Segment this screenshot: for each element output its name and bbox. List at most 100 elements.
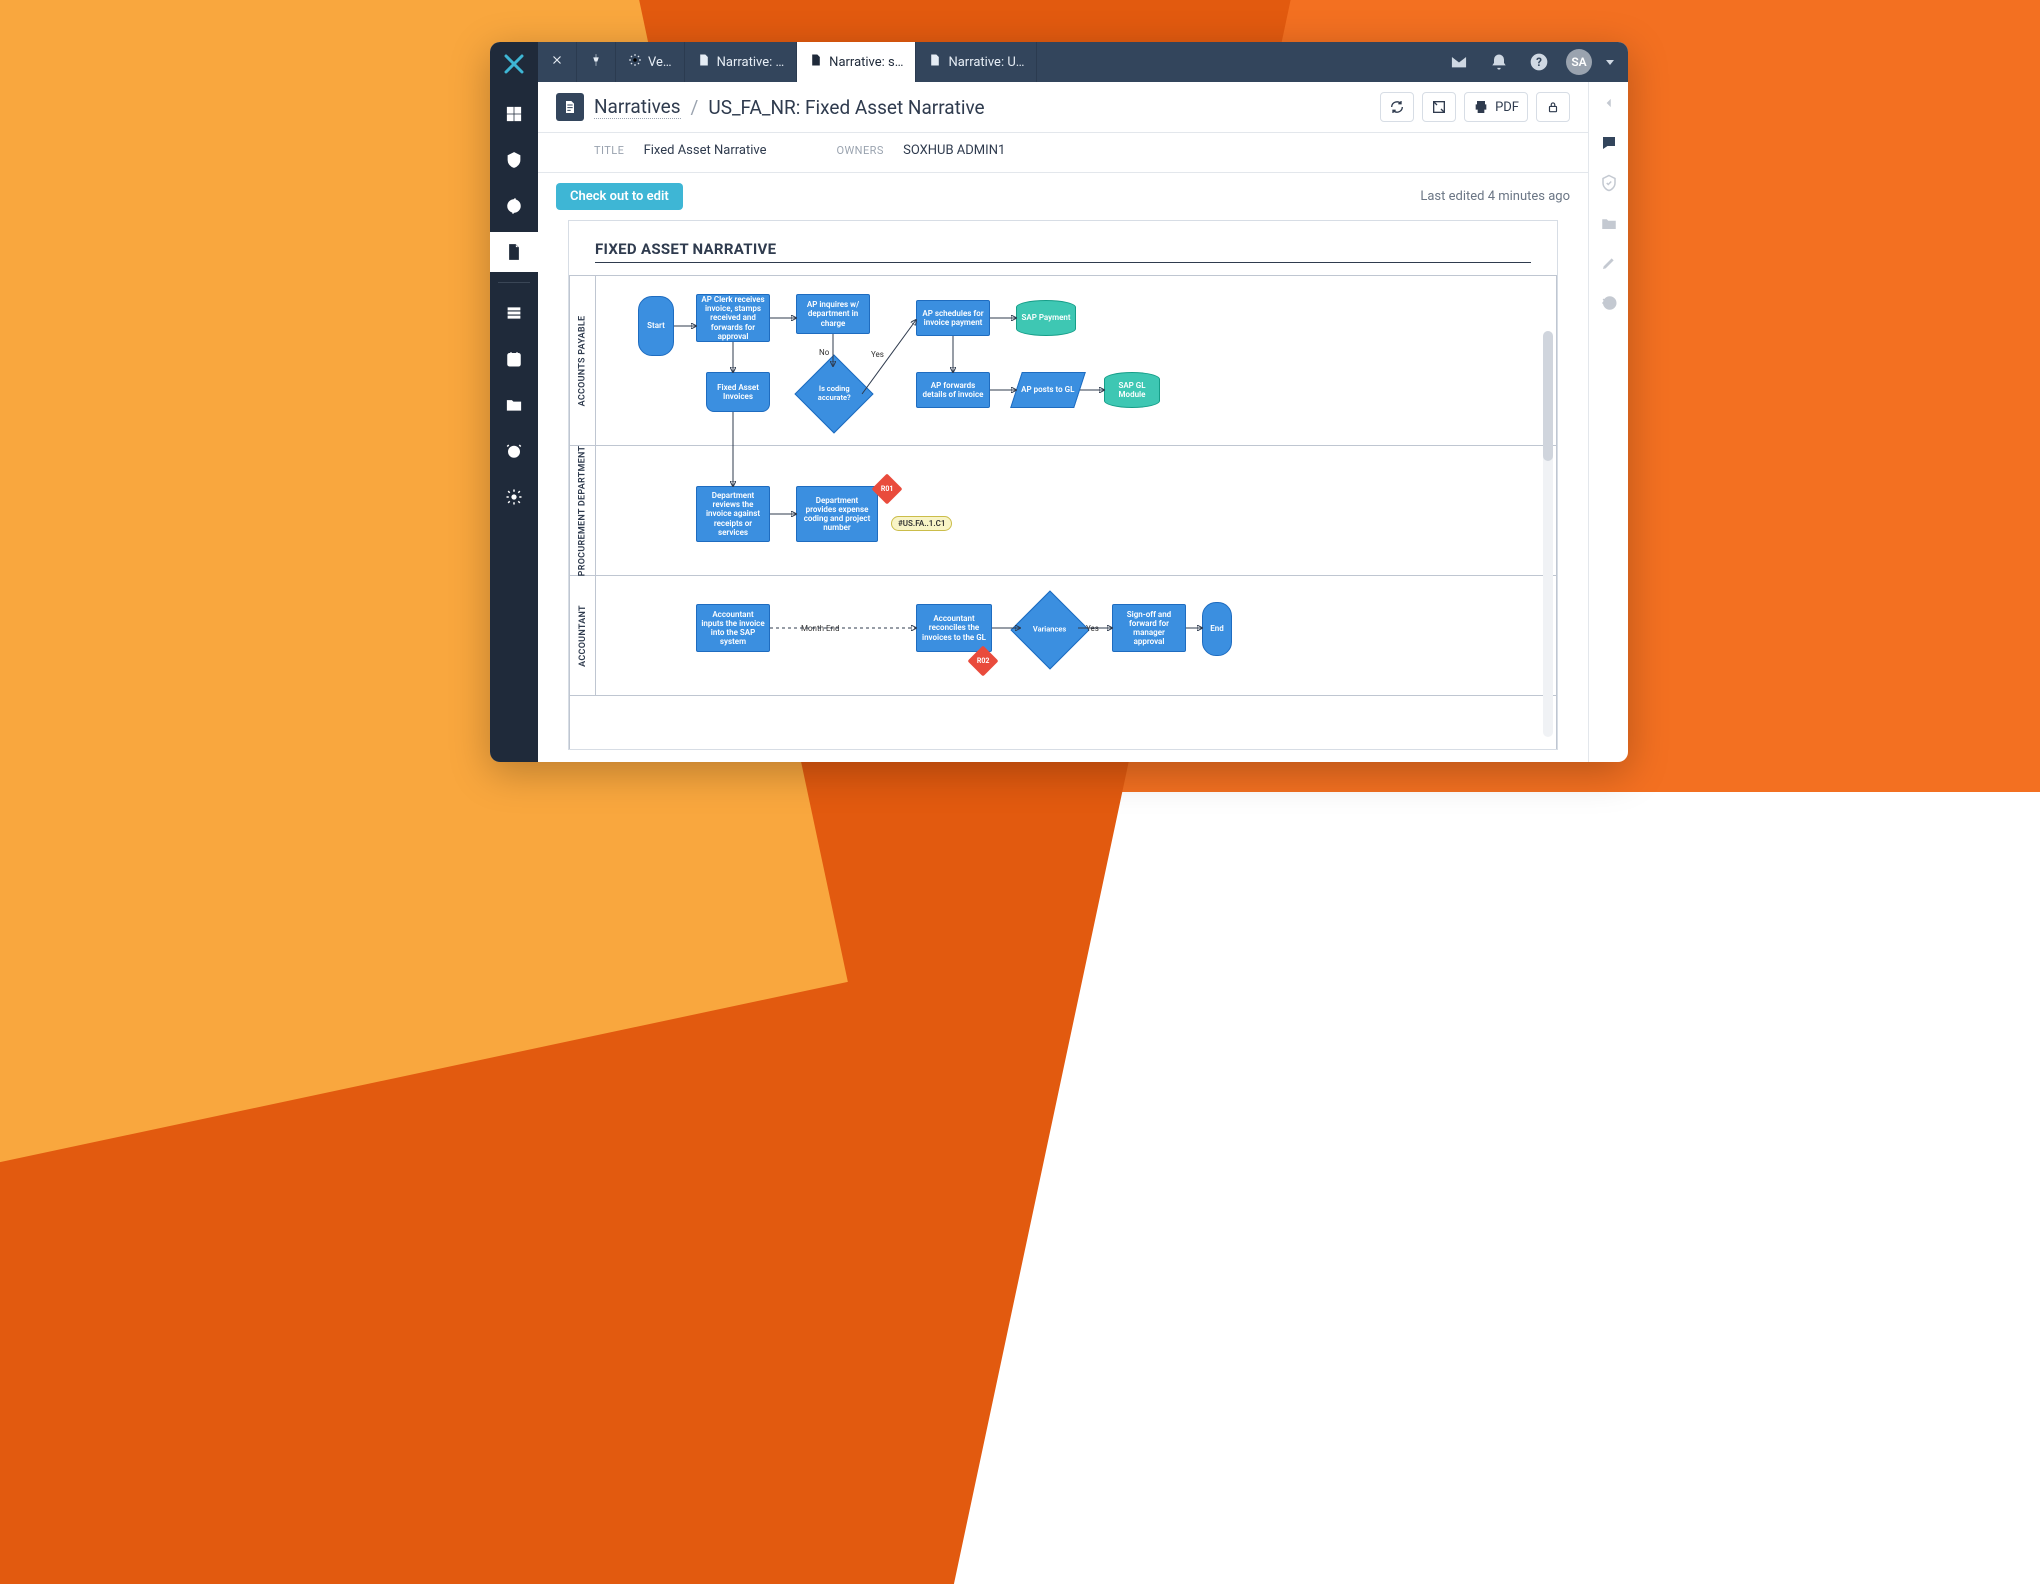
document-icon bbox=[697, 53, 711, 71]
svg-text:?: ? bbox=[1536, 55, 1542, 69]
sidebar-item-shield[interactable] bbox=[490, 140, 538, 180]
meta-owners-label: OWNERS bbox=[836, 144, 883, 157]
tab-close[interactable] bbox=[538, 42, 577, 82]
tab-vendor-settings[interactable]: Ve… bbox=[616, 42, 685, 82]
lock-button[interactable] bbox=[1536, 92, 1570, 122]
status-bar: Check out to edit Last edited 4 minutes … bbox=[538, 173, 1588, 220]
expand-button[interactable] bbox=[1422, 92, 1456, 122]
month-end-label: Month End bbox=[801, 624, 839, 633]
lane-label: ACCOUNTS PAYABLE bbox=[578, 315, 588, 406]
print-pdf-button[interactable]: PDF bbox=[1464, 92, 1528, 122]
signoff-process[interactable]: Sign-off and forward for manager approva… bbox=[1112, 604, 1186, 652]
app-logo bbox=[500, 50, 528, 78]
swimlanes: ACCOUNTS PAYABLE Start AP Clerk receives… bbox=[569, 275, 1557, 749]
meta-title-value: Fixed Asset Narrative bbox=[644, 143, 767, 158]
checklist-button[interactable] bbox=[1598, 172, 1620, 194]
sidebar-item-documents[interactable] bbox=[490, 232, 538, 272]
sidebar-item-alarm[interactable] bbox=[490, 431, 538, 471]
tab-label: Narrative: … bbox=[717, 55, 785, 70]
scrollbar-thumb[interactable] bbox=[1543, 331, 1553, 461]
chevron-down-icon[interactable] bbox=[1606, 60, 1614, 65]
acct-reconciles-process[interactable]: Accountant reconciles the invoices to th… bbox=[916, 604, 992, 652]
breadcrumb: Narratives / US_FA_NR: Fixed Asset Narra… bbox=[556, 93, 985, 121]
coding-accurate-decision[interactable]: Is coding accurate? bbox=[794, 354, 873, 433]
sidebar-item-calendar[interactable] bbox=[490, 339, 538, 379]
main-column: Ve… Narrative: … Narrative: s… Narrative… bbox=[538, 42, 1628, 762]
checkout-button[interactable]: Check out to edit bbox=[556, 183, 683, 210]
close-icon bbox=[550, 53, 564, 71]
lane-label: ACCOUNTANT bbox=[578, 605, 588, 667]
sap-gl-db[interactable]: SAP GL Module bbox=[1104, 372, 1160, 408]
variances-yes-label: Yes bbox=[1086, 624, 1099, 633]
refresh-button[interactable] bbox=[1380, 92, 1414, 122]
lane-label: PROCUREMENT DEPARTMENT bbox=[578, 445, 588, 576]
tab-narrative-1[interactable]: Narrative: … bbox=[685, 42, 798, 82]
sidebar-item-dashboard[interactable] bbox=[490, 94, 538, 134]
tab-label: Narrative: s… bbox=[829, 55, 903, 70]
document-header-actions: PDF bbox=[1380, 92, 1570, 122]
end-terminal[interactable]: End bbox=[1202, 602, 1232, 656]
edit-button[interactable] bbox=[1598, 252, 1620, 274]
meta-owners: OWNERS SOXHUB ADMIN1 bbox=[836, 143, 1005, 158]
left-nav-rail bbox=[490, 42, 538, 762]
tab-label: Ve… bbox=[648, 55, 672, 70]
top-action-bar: ? SA bbox=[1446, 42, 1628, 82]
document-meta: TITLE Fixed Asset Narrative OWNERS SOXHU… bbox=[538, 133, 1588, 173]
ap-forwards-process[interactable]: AP forwards details of invoice bbox=[916, 372, 990, 408]
ap-schedules-process[interactable]: AP schedules for invoice payment bbox=[916, 300, 990, 336]
attachments-button[interactable] bbox=[1598, 212, 1620, 234]
user-avatar[interactable]: SA bbox=[1566, 49, 1592, 75]
sap-payment-db[interactable]: SAP Payment bbox=[1016, 300, 1076, 336]
document-heading: FIXED ASSET NARRATIVE bbox=[595, 240, 1531, 263]
vertical-scrollbar[interactable] bbox=[1543, 331, 1553, 737]
sidebar-item-list[interactable] bbox=[490, 293, 538, 333]
mail-icon[interactable] bbox=[1446, 49, 1472, 75]
last-edited-text: Last edited 4 minutes ago bbox=[1420, 189, 1570, 204]
document-icon bbox=[809, 53, 823, 71]
gear-icon bbox=[628, 53, 642, 71]
yes-label: Yes bbox=[871, 350, 884, 359]
sidebar-item-settings[interactable] bbox=[490, 477, 538, 517]
collapse-panel-button[interactable] bbox=[1598, 92, 1620, 114]
breadcrumb-separator: / bbox=[691, 96, 699, 119]
bell-icon[interactable] bbox=[1486, 49, 1512, 75]
ap-inquires-process[interactable]: AP inquires w/ department in charge bbox=[796, 294, 870, 334]
breadcrumb-root[interactable]: Narratives bbox=[594, 95, 681, 119]
document-icon bbox=[556, 93, 584, 121]
sidebar-item-cycle[interactable] bbox=[490, 186, 538, 226]
fixed-asset-invoices-doc[interactable]: Fixed Asset Invoices bbox=[706, 372, 770, 412]
document-icon bbox=[928, 53, 942, 71]
comments-button[interactable] bbox=[1598, 132, 1620, 154]
dept-provides-process[interactable]: Department provides expense coding and p… bbox=[796, 486, 878, 542]
flowchart-canvas[interactable]: FIXED ASSET NARRATIVE ACCOUNTS PAYABLE S… bbox=[568, 220, 1558, 750]
tab-pin[interactable] bbox=[577, 42, 616, 82]
tab-narrative-3[interactable]: Narrative: U… bbox=[916, 42, 1037, 82]
start-terminal[interactable]: Start bbox=[638, 296, 674, 356]
tab-strip: Ve… Narrative: … Narrative: s… Narrative… bbox=[538, 42, 1628, 82]
document-area: Narratives / US_FA_NR: Fixed Asset Narra… bbox=[538, 82, 1588, 762]
pdf-label: PDF bbox=[1495, 100, 1519, 115]
tab-label: Narrative: U… bbox=[948, 55, 1024, 70]
history-button[interactable] bbox=[1598, 292, 1620, 314]
pin-icon bbox=[589, 53, 603, 71]
tab-narrative-active[interactable]: Narrative: s… bbox=[797, 42, 916, 82]
canvas-container: FIXED ASSET NARRATIVE ACCOUNTS PAYABLE S… bbox=[538, 220, 1588, 762]
dept-reviews-process[interactable]: Department reviews the invoice against r… bbox=[696, 486, 770, 542]
document-header: Narratives / US_FA_NR: Fixed Asset Narra… bbox=[538, 82, 1588, 133]
variances-decision[interactable]: Variances bbox=[1010, 590, 1089, 669]
breadcrumb-current: US_FA_NR: Fixed Asset Narrative bbox=[708, 96, 984, 119]
sidebar-item-folder[interactable] bbox=[490, 385, 538, 425]
acct-inputs-process[interactable]: Accountant inputs the invoice into the S… bbox=[696, 604, 770, 652]
meta-owners-value: SOXHUB ADMIN1 bbox=[903, 143, 1005, 158]
lane-accountant: ACCOUNTANT Accountant inputs the invoice… bbox=[570, 576, 1556, 696]
right-side-rail bbox=[1588, 82, 1628, 762]
lane-procurement: PROCUREMENT DEPARTMENT Department review… bbox=[570, 446, 1556, 576]
control-usfa-pill[interactable]: #US.FA..1.C1 bbox=[891, 516, 952, 531]
lane-accounts-payable: ACCOUNTS PAYABLE Start AP Clerk receives… bbox=[570, 276, 1556, 446]
ap-posts-data[interactable]: AP posts to GL bbox=[1010, 372, 1086, 408]
meta-title: TITLE Fixed Asset Narrative bbox=[594, 143, 766, 158]
no-label: No bbox=[819, 348, 829, 357]
help-icon[interactable]: ? bbox=[1526, 49, 1552, 75]
app-window: Ve… Narrative: … Narrative: s… Narrative… bbox=[490, 42, 1628, 762]
ap-clerk-process[interactable]: AP Clerk receives invoice, stamps receiv… bbox=[696, 294, 770, 342]
